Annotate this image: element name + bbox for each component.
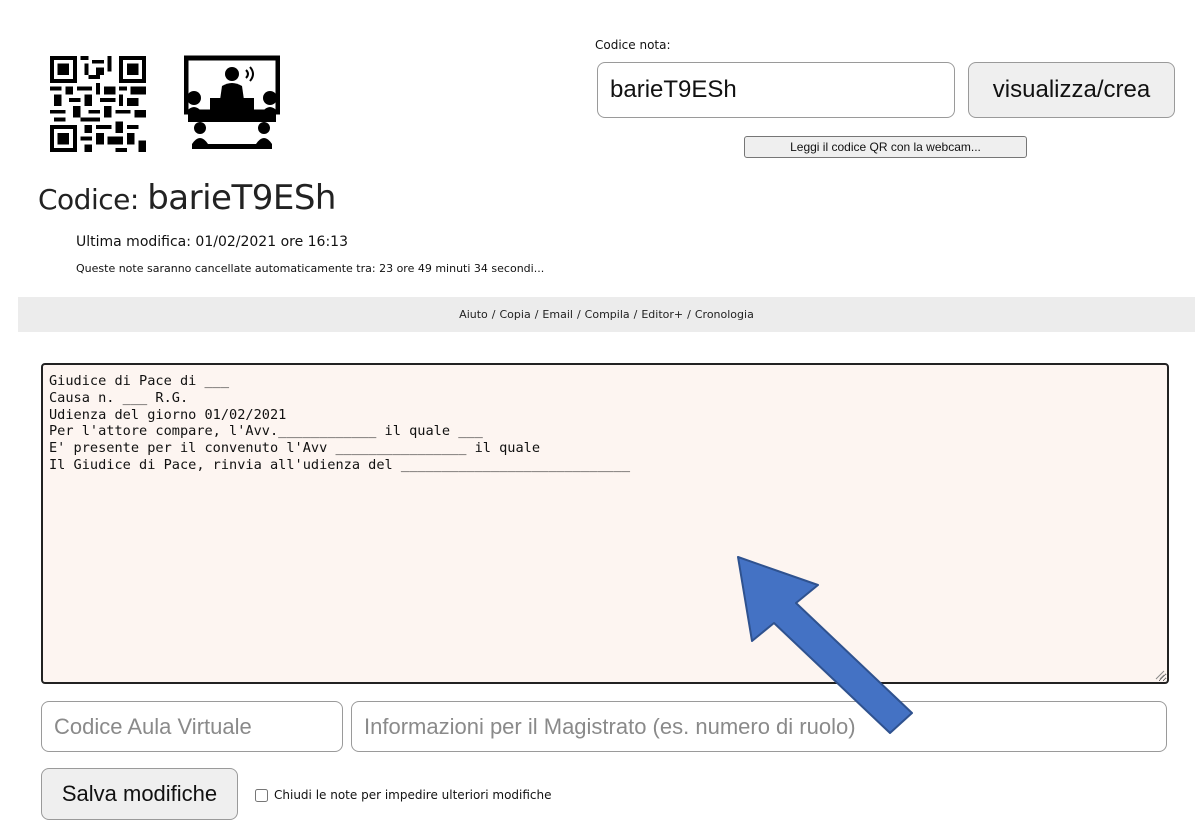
title-code: barieT9ESh [147, 178, 336, 218]
links-bar: Aiuto / Copia / Email / Compila / Editor+ / C… [18, 297, 1195, 332]
link-separator: / [576, 308, 581, 321]
last-modified-text: Ultima modifica: 01/02/2021 ore 16:13 [76, 234, 348, 250]
lock-notes-checkbox[interactable] [255, 789, 268, 802]
webcam-qr-button[interactable]: Leggi il codice QR con la webcam... [744, 136, 1027, 158]
view-create-button[interactable]: visualizza/crea [968, 62, 1175, 118]
virtual-room-code-input[interactable] [41, 701, 343, 752]
link-copy[interactable]: Copia [500, 308, 531, 321]
link-separator: / [534, 308, 539, 321]
title-prefix: Codice: [38, 183, 148, 216]
magistrate-info-input[interactable] [351, 701, 1167, 752]
code-label: Codice nota: [595, 38, 671, 52]
resize-grip-icon[interactable] [1155, 670, 1165, 680]
page-title: Codice: barieT9ESh [38, 178, 336, 218]
link-email[interactable]: Email [542, 308, 573, 321]
code-input[interactable] [597, 62, 955, 118]
link-history[interactable]: Cronologia [695, 308, 754, 321]
lock-notes-label: Chiudi le note per impedire ulteriori mo… [274, 788, 552, 802]
link-separator: / [633, 308, 638, 321]
link-separator: / [687, 308, 691, 321]
qr-code-icon [50, 56, 146, 152]
link-editor-plus[interactable]: Editor+ [641, 308, 683, 321]
auto-delete-text: Queste note saranno cancellate automatic… [76, 262, 545, 275]
link-separator: / [491, 308, 496, 321]
notes-textarea[interactable]: Giudice di Pace di ___ Causa n. ___ R.G.… [41, 363, 1169, 684]
videoconference-icon [184, 55, 280, 149]
save-changes-button[interactable]: Salva modifiche [41, 768, 238, 820]
link-help[interactable]: Aiuto [459, 308, 488, 321]
link-compile[interactable]: Compila [585, 308, 630, 321]
